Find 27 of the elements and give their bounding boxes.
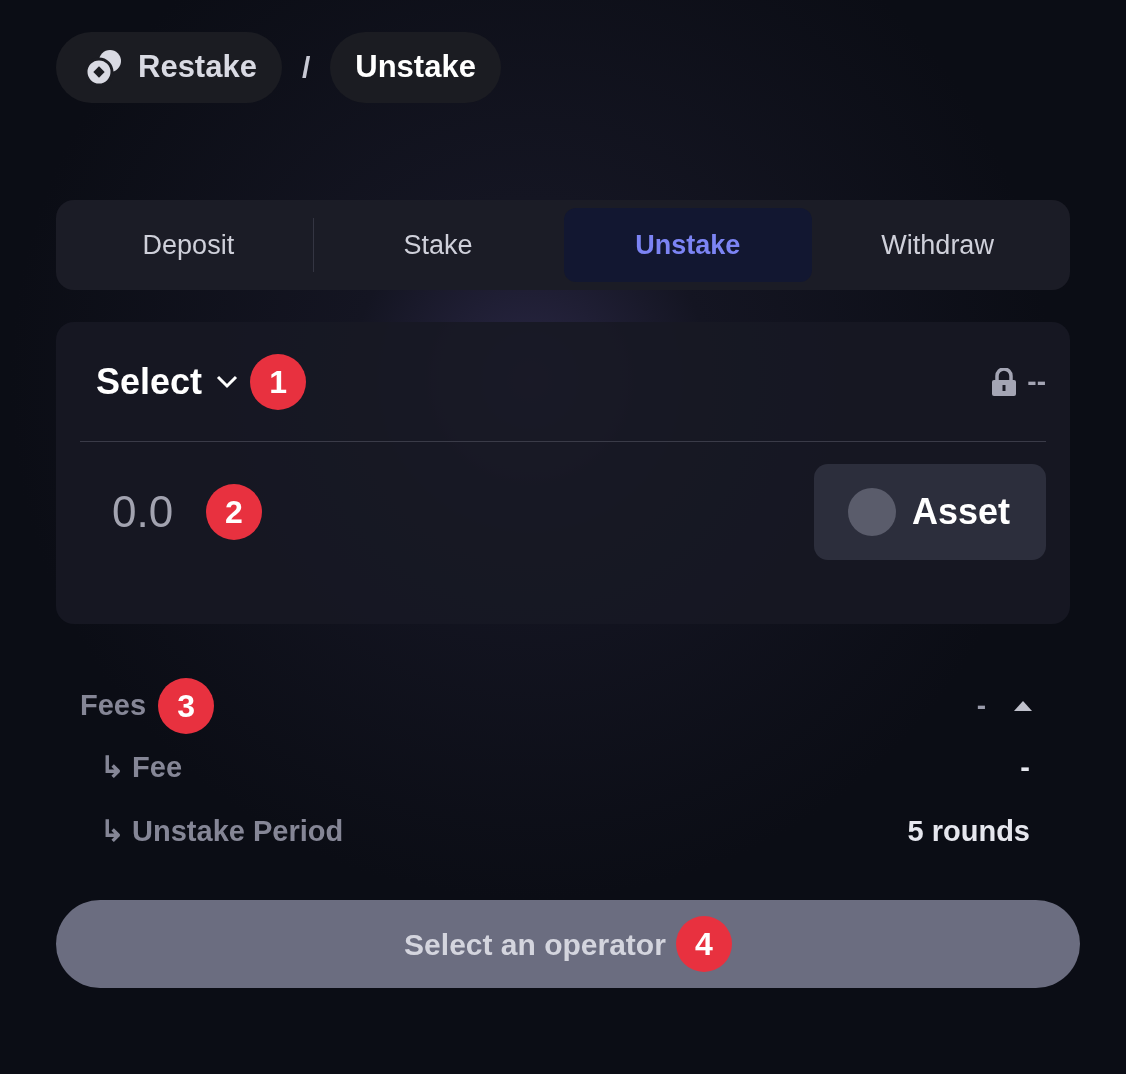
step-marker: 3 (158, 678, 215, 734)
step-marker: 4 (675, 916, 732, 972)
step-marker: 1 (250, 353, 307, 410)
breadcrumb-link[interactable]: Restake (56, 32, 282, 103)
breadcrumb-label: Restake (138, 48, 257, 87)
asset-label: Asset (912, 490, 1011, 534)
asset-button[interactable]: Asset (814, 464, 1046, 560)
operator-dropdown[interactable]: Select (96, 354, 239, 409)
fee-row-value: - (1020, 750, 1030, 786)
fees-label: Fees (80, 688, 147, 724)
tab[interactable]: Stake (313, 208, 563, 282)
fee-row-label: ↳ Fee (100, 750, 183, 786)
tab[interactable]: Unstake (563, 208, 813, 282)
amount-input[interactable]: 0.0 (112, 479, 192, 545)
fee-row-label: ↳ Unstake Period (100, 814, 344, 850)
balance-value: -- (1027, 364, 1046, 399)
tab[interactable]: Withdraw (813, 208, 1062, 282)
breadcrumb-separator: / (300, 50, 312, 86)
lock-icon (991, 367, 1018, 396)
token-icon (848, 488, 896, 536)
chevron-down-icon (216, 374, 239, 389)
tab[interactable]: Deposit (64, 208, 313, 282)
fees-value: - (976, 689, 986, 723)
fee-row-value: 5 rounds (907, 814, 1030, 850)
caret-icon[interactable] (1014, 700, 1032, 712)
breadcrumb-link[interactable]: Unstake (330, 32, 501, 103)
step-marker: 2 (206, 484, 262, 540)
